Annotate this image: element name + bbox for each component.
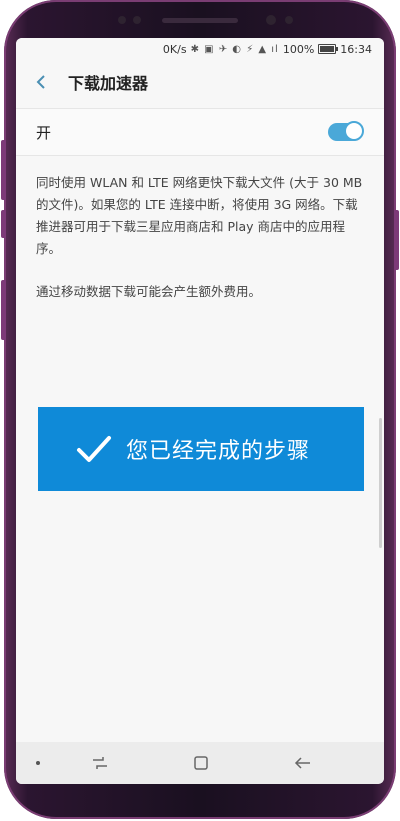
- recent-apps-icon[interactable]: [89, 752, 111, 774]
- front-camera: [266, 15, 276, 25]
- chevron-left-icon[interactable]: [30, 71, 52, 93]
- iris-sensor: [285, 16, 293, 24]
- back-arrow-icon[interactable]: [292, 752, 314, 774]
- description-paragraph: 同时使用 WLAN 和 LTE 网络更快下载大文件 (大于 30 MB 的文件)…: [36, 175, 363, 256]
- status-bar: 0K/s ✱ ▣ ✈ ◐ ⚡ ▲ ıl 100% 16:34: [16, 38, 384, 60]
- network-speed: 0K/s: [162, 42, 187, 56]
- status-icons: ✱ ▣ ✈ ◐ ⚡ ▲ ıl: [190, 43, 279, 55]
- bixby-key: [1, 280, 6, 340]
- description-paragraph: 通过移动数据下载可能会产生额外费用。: [36, 284, 262, 299]
- banner-text: 您已经完成的步骤: [126, 439, 311, 464]
- switch-label: 开: [36, 123, 52, 142]
- scroll-indicator: [379, 418, 382, 548]
- master-toggle[interactable]: [328, 121, 364, 141]
- battery-fill: [320, 46, 335, 52]
- volume-up-key: [1, 140, 6, 200]
- navigation-bar: [16, 742, 384, 784]
- light-sensor: [133, 16, 141, 24]
- earpiece-speaker: [162, 18, 238, 23]
- page-title: 下载加速器: [68, 74, 149, 93]
- home-icon[interactable]: [190, 752, 212, 774]
- proximity-sensor: [118, 16, 126, 24]
- volume-down-key: [1, 210, 6, 238]
- battery-percent: 100%: [282, 42, 315, 56]
- app-header: 下载加速器: [16, 60, 384, 104]
- nav-dot: [36, 761, 40, 765]
- toggle-knob: [344, 121, 364, 141]
- battery-icon: [318, 44, 339, 54]
- master-switch-row[interactable]: 开: [16, 108, 384, 156]
- power-key: [394, 210, 399, 270]
- checkmark-icon: [77, 436, 111, 462]
- description: 同时使用 WLAN 和 LTE 网络更快下载大文件 (大于 30 MB 的文件)…: [16, 156, 384, 303]
- completed-step-banner: 您已经完成的步骤: [38, 407, 364, 491]
- clock: 16:34: [340, 42, 372, 56]
